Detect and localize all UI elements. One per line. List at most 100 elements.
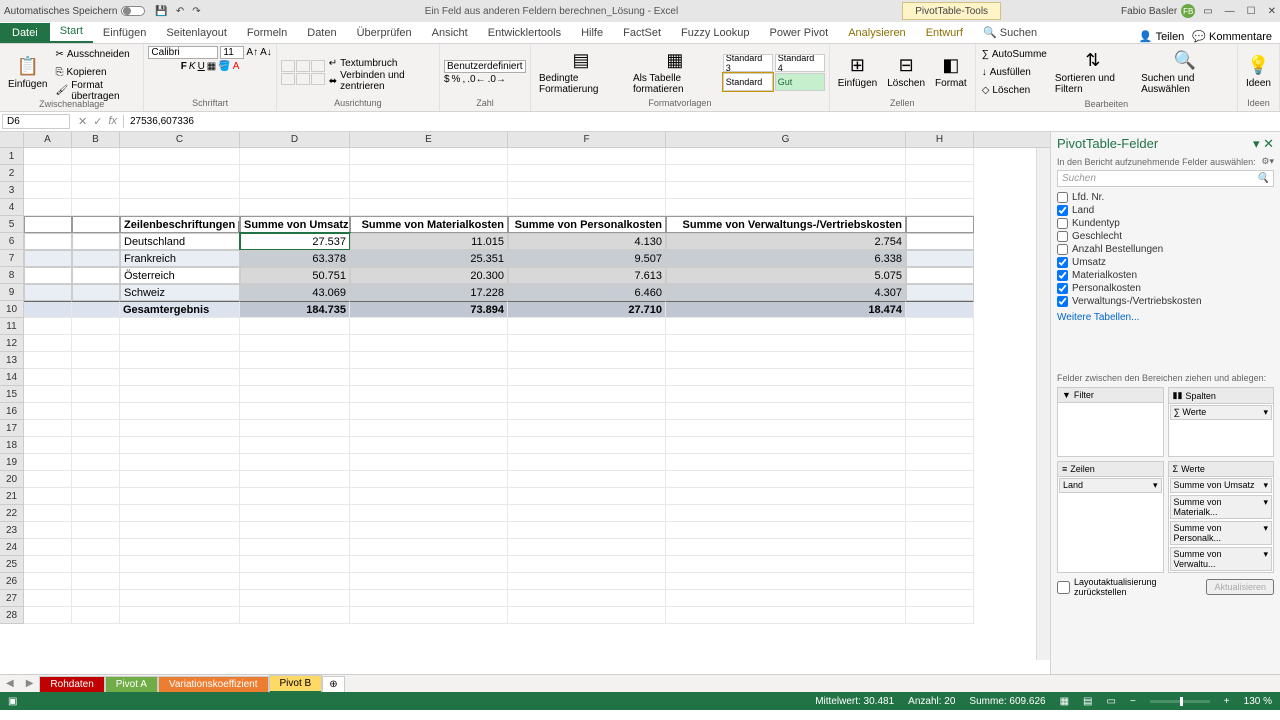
cell[interactable] <box>120 556 240 573</box>
cell[interactable] <box>906 420 974 437</box>
cell[interactable] <box>72 420 120 437</box>
cell[interactable] <box>240 386 350 403</box>
cell[interactable] <box>120 573 240 590</box>
cell[interactable]: 25.351 <box>350 250 508 267</box>
cell[interactable] <box>906 182 974 199</box>
cell[interactable]: 17.228 <box>350 284 508 301</box>
cell[interactable] <box>24 590 72 607</box>
cell[interactable] <box>240 488 350 505</box>
cell[interactable] <box>508 539 666 556</box>
field-search-input[interactable]: Suchen🔍 <box>1057 170 1274 187</box>
cell[interactable] <box>72 182 120 199</box>
style-gut[interactable]: Gut <box>775 73 825 91</box>
cell[interactable]: Summe von Materialkosten <box>350 216 508 233</box>
field-checkbox[interactable]: Umsatz <box>1057 256 1274 269</box>
minimize-icon[interactable]: — <box>1225 6 1235 17</box>
paste-button[interactable]: 📋Einfügen <box>4 54 51 92</box>
field-checkbox[interactable]: Kundentyp <box>1057 217 1274 230</box>
filter-drop-area[interactable]: ▼ Filter <box>1057 387 1164 457</box>
cell[interactable] <box>120 522 240 539</box>
cell[interactable] <box>24 182 72 199</box>
cell[interactable] <box>24 301 72 318</box>
tab-search[interactable]: 🔍 Suchen <box>973 22 1047 43</box>
comments-button[interactable]: 💬 Kommentare <box>1192 30 1272 43</box>
tab-powerpivot[interactable]: Power Pivot <box>760 23 839 43</box>
cell[interactable] <box>240 369 350 386</box>
sort-filter-button[interactable]: ⇅Sortieren und Filtern <box>1051 48 1135 97</box>
cell[interactable] <box>350 199 508 216</box>
row-header[interactable]: 28 <box>0 607 24 624</box>
cell[interactable] <box>666 318 906 335</box>
checkbox[interactable] <box>1057 192 1068 203</box>
cell[interactable] <box>72 250 120 267</box>
cell[interactable] <box>666 335 906 352</box>
cell[interactable] <box>120 199 240 216</box>
row-header[interactable]: 18 <box>0 437 24 454</box>
cell[interactable] <box>72 233 120 250</box>
cell[interactable] <box>666 488 906 505</box>
cell[interactable] <box>906 250 974 267</box>
cell[interactable] <box>666 437 906 454</box>
cell[interactable] <box>508 386 666 403</box>
cell[interactable] <box>72 335 120 352</box>
cell[interactable] <box>24 386 72 403</box>
enter-formula-icon[interactable]: ✓ <box>93 115 102 128</box>
cell[interactable] <box>350 488 508 505</box>
insert-cells-button[interactable]: ⊞Einfügen <box>834 53 881 91</box>
row-header[interactable]: 11 <box>0 318 24 335</box>
row-header[interactable]: 19 <box>0 454 24 471</box>
align-buttons[interactable] <box>281 60 325 85</box>
row-header[interactable]: 25 <box>0 556 24 573</box>
row-header[interactable]: 23 <box>0 522 24 539</box>
cell[interactable] <box>666 403 906 420</box>
zoom-out-icon[interactable]: − <box>1130 696 1136 707</box>
cell[interactable]: Zeilenbeschriftungen ▾ <box>120 216 240 233</box>
cell[interactable] <box>906 573 974 590</box>
save-icon[interactable]: 💾 <box>155 6 167 17</box>
cell[interactable] <box>24 165 72 182</box>
cell[interactable] <box>906 590 974 607</box>
cell[interactable] <box>508 318 666 335</box>
cell[interactable] <box>120 386 240 403</box>
cell[interactable] <box>120 471 240 488</box>
cell[interactable] <box>120 454 240 471</box>
cell[interactable] <box>72 403 120 420</box>
row-header[interactable]: 24 <box>0 539 24 556</box>
tab-factset[interactable]: FactSet <box>613 23 671 43</box>
cell[interactable] <box>350 505 508 522</box>
field-checkbox[interactable]: Land <box>1057 204 1274 217</box>
cell[interactable] <box>24 318 72 335</box>
view-page-icon[interactable]: ▤ <box>1083 696 1092 707</box>
cell[interactable] <box>72 471 120 488</box>
cut-button[interactable]: ✂ Ausschneiden <box>53 46 139 63</box>
decrease-font-icon[interactable]: A↓ <box>260 47 272 58</box>
cell[interactable] <box>24 250 72 267</box>
cell[interactable] <box>508 403 666 420</box>
cell[interactable]: Deutschland <box>120 233 240 250</box>
values-drop-area[interactable]: Σ Werte Summe von Umsatz▾ Summe von Mate… <box>1168 461 1275 573</box>
row-header[interactable]: 5 <box>0 216 24 233</box>
cell[interactable] <box>350 386 508 403</box>
sheet-tab-pivot-a[interactable]: Pivot A <box>105 676 158 692</box>
tab-fuzzy[interactable]: Fuzzy Lookup <box>671 23 759 43</box>
cell[interactable] <box>350 420 508 437</box>
cell[interactable]: 7.613 <box>508 267 666 284</box>
cell[interactable] <box>906 488 974 505</box>
cell[interactable] <box>350 522 508 539</box>
row-header[interactable]: 9 <box>0 284 24 301</box>
pill-value[interactable]: Summe von Umsatz▾ <box>1170 478 1273 493</box>
cell[interactable] <box>240 165 350 182</box>
cell[interactable] <box>240 573 350 590</box>
cell[interactable]: Schweiz <box>120 284 240 301</box>
field-checkbox[interactable]: Anzahl Bestellungen <box>1057 243 1274 256</box>
wrap-text-button[interactable]: ↵ Textumbruch <box>327 55 435 72</box>
cell[interactable] <box>24 216 72 233</box>
cell[interactable] <box>240 539 350 556</box>
cell[interactable] <box>72 386 120 403</box>
tab-nav-prev[interactable]: ◀ <box>0 678 20 689</box>
cell[interactable] <box>350 471 508 488</box>
cell[interactable] <box>240 420 350 437</box>
checkbox[interactable] <box>1057 231 1068 242</box>
row-header[interactable]: 12 <box>0 335 24 352</box>
cell[interactable] <box>120 403 240 420</box>
